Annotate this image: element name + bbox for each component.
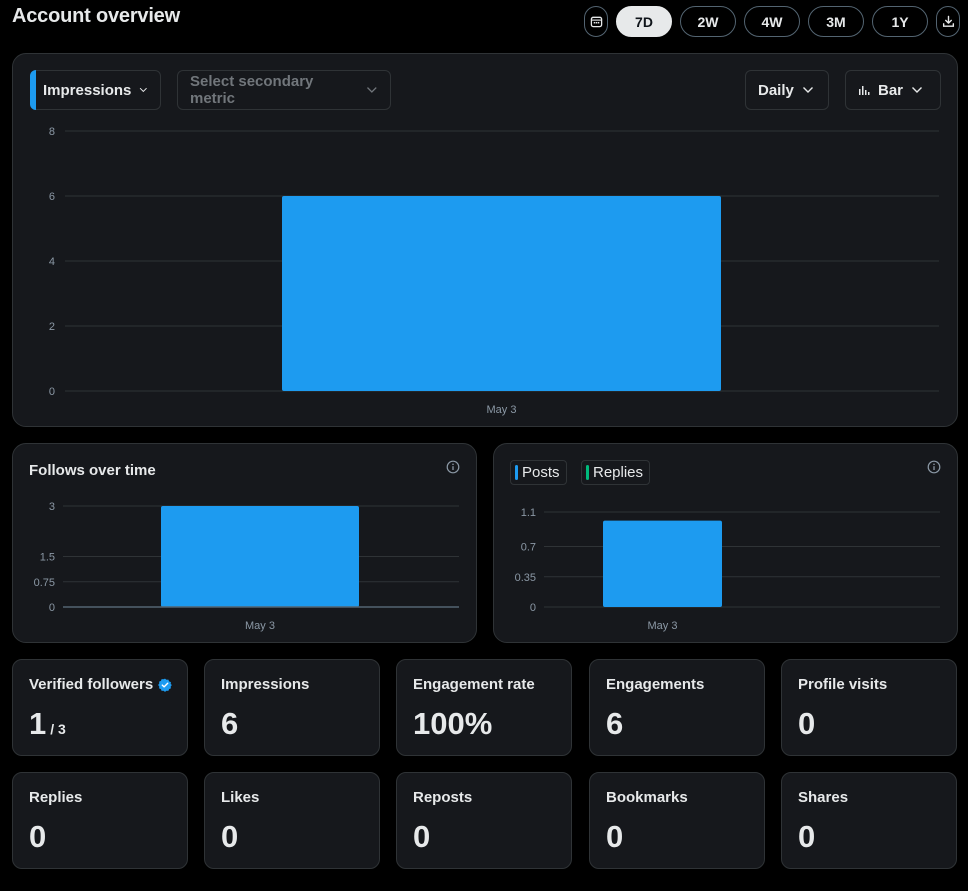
stat-label: Likes xyxy=(221,789,260,806)
stat-value-number: 1 xyxy=(29,706,47,741)
stat-value-sub: / 3 xyxy=(50,721,66,737)
verified-badge-icon xyxy=(158,678,173,692)
range-7d-button[interactable]: 7D xyxy=(616,6,672,37)
download-icon xyxy=(942,15,954,27)
y-tick-label: 0.35 xyxy=(515,572,536,584)
stat-label: Impressions xyxy=(221,676,310,693)
stat-label: Shares xyxy=(798,789,849,806)
stat-value: 0 xyxy=(221,819,239,854)
x-tick-label: May 3 xyxy=(648,620,678,632)
calendar-button[interactable] xyxy=(584,6,608,37)
date-range-bar: 7D 2W 4W 3M 1Y xyxy=(584,6,960,37)
stat-label: Bookmarks xyxy=(606,789,688,806)
stat-impressions: Impressions 6 xyxy=(204,659,380,756)
stat-value: 0 xyxy=(413,819,431,854)
stat-value: 0 xyxy=(798,706,816,741)
y-tick-label: 0 xyxy=(49,602,55,614)
y-tick-label: 6 xyxy=(49,191,55,203)
stat-value: 6 xyxy=(606,706,624,741)
y-tick-label: 1.1 xyxy=(521,507,536,519)
stat-reposts: Reposts 0 xyxy=(396,772,572,869)
stat-value: 1/ 3 xyxy=(29,706,66,742)
range-4w-button[interactable]: 4W xyxy=(744,6,800,37)
stat-label: Engagement rate xyxy=(413,676,535,693)
stat-label: Profile visits xyxy=(798,676,888,693)
page-title: Account overview xyxy=(12,5,180,27)
y-tick-label: 0 xyxy=(49,386,55,398)
y-tick-label: 2 xyxy=(49,321,55,333)
stat-label-text: Verified followers xyxy=(29,676,154,693)
stat-label: Verified followers xyxy=(29,676,173,693)
stat-label: Engagements xyxy=(606,676,705,693)
stat-verified-followers: Verified followers 1/ 3 xyxy=(12,659,188,756)
follows-card: Follows over time 0 0.75 1.5 3 May 3 xyxy=(12,443,477,643)
stat-profile-visits: Profile visits 0 xyxy=(781,659,957,756)
range-2w-button[interactable]: 2W xyxy=(680,6,736,37)
stat-engagement-rate: Engagement rate 100% xyxy=(396,659,572,756)
x-tick-label: May 3 xyxy=(245,620,275,632)
y-tick-label: 0.7 xyxy=(521,542,536,554)
stat-shares: Shares 0 xyxy=(781,772,957,869)
bar-posts xyxy=(603,520,722,607)
bar-value xyxy=(161,506,359,607)
y-tick-label: 3 xyxy=(49,501,55,513)
range-3m-button[interactable]: 3M xyxy=(808,6,864,37)
stat-likes: Likes 0 xyxy=(204,772,380,869)
posts-replies-chart: 0 0.35 0.7 1.1 May 3 xyxy=(515,507,940,632)
stat-value: 100% xyxy=(413,706,493,741)
stat-label: Reposts xyxy=(413,789,473,806)
stat-engagements: Engagements 6 xyxy=(589,659,765,756)
stat-value: 0 xyxy=(798,819,816,854)
stat-value: 0 xyxy=(29,819,47,854)
stat-bookmarks: Bookmarks 0 xyxy=(589,772,765,869)
stat-value: 0 xyxy=(606,819,624,854)
y-tick-label: 0.75 xyxy=(34,577,55,589)
y-tick-label: 0 xyxy=(530,602,536,614)
y-tick-label: 8 xyxy=(49,126,55,138)
stat-replies: Replies 0 xyxy=(12,772,188,869)
y-tick-label: 4 xyxy=(49,256,55,268)
stat-label: Replies xyxy=(29,789,83,806)
posts-replies-card: Posts Replies 0 0.35 0.7 1.1 May 3 xyxy=(493,443,958,643)
stat-value: 6 xyxy=(221,706,239,741)
impressions-chart: 0 2 4 6 8 May 3 xyxy=(49,126,939,416)
bar-value xyxy=(282,196,721,391)
x-tick-label: May 3 xyxy=(487,404,517,416)
download-button[interactable] xyxy=(936,6,960,37)
y-tick-label: 1.5 xyxy=(40,552,55,564)
range-1y-button[interactable]: 1Y xyxy=(872,6,928,37)
follows-chart: 0 0.75 1.5 3 May 3 xyxy=(34,501,459,632)
calendar-icon xyxy=(590,16,602,28)
main-chart-card: Impressions Select secondary metric Dail… xyxy=(12,53,958,427)
